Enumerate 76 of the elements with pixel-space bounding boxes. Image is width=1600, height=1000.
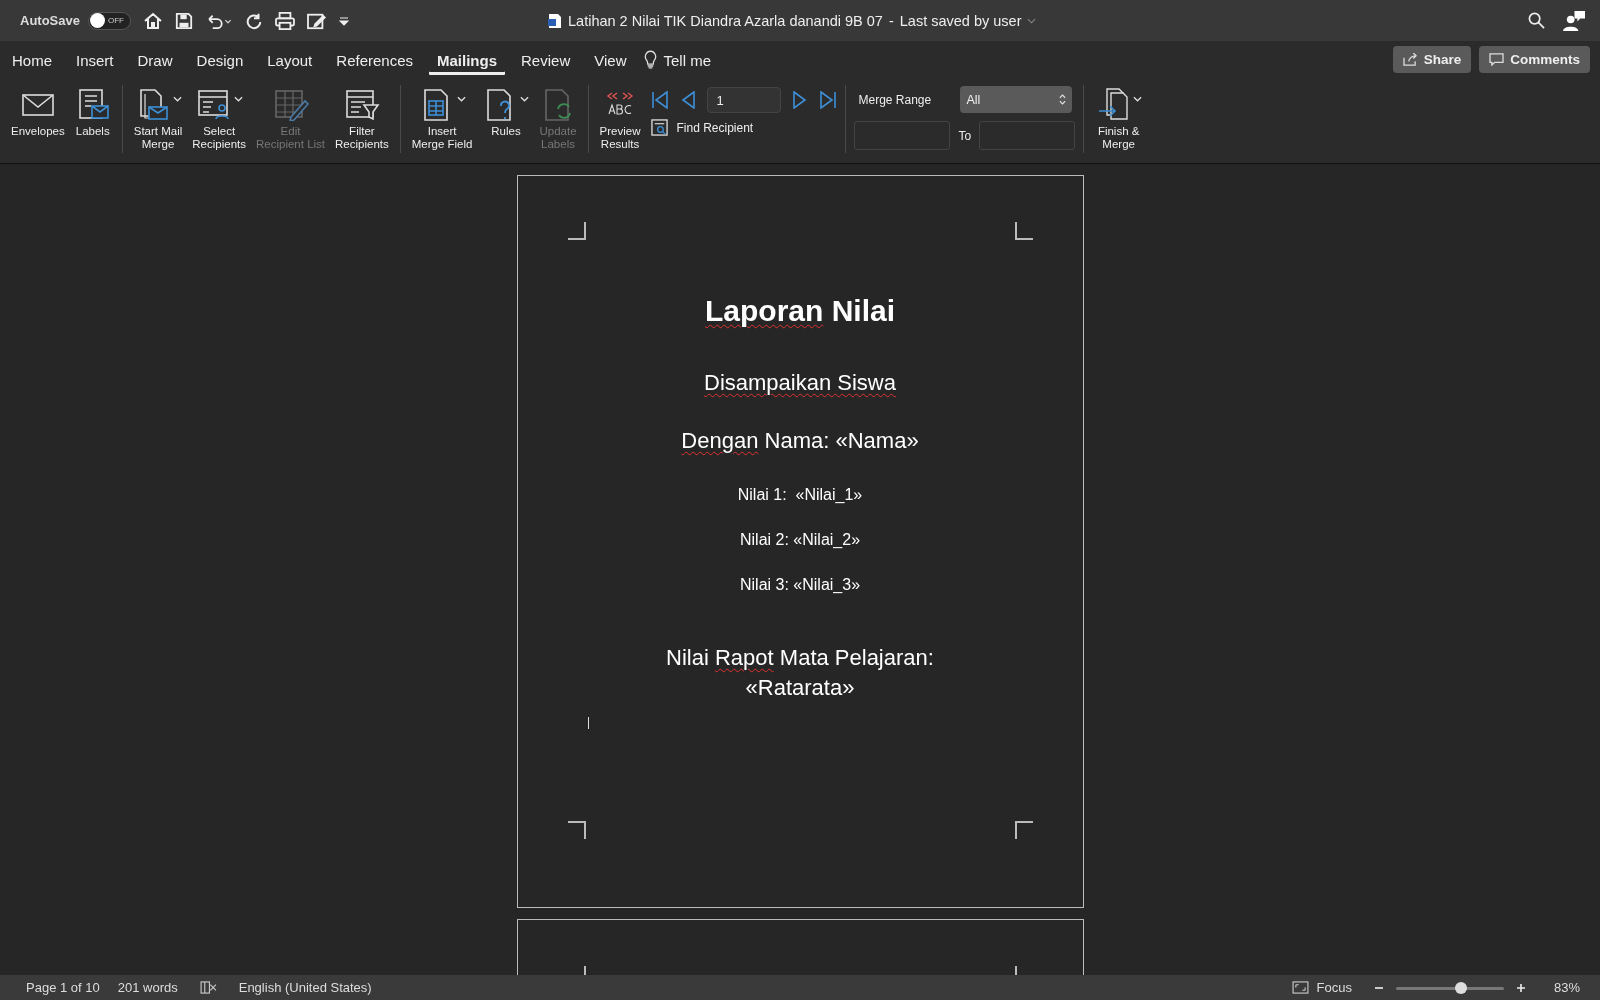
stepper-icon bbox=[1059, 93, 1067, 106]
language[interactable]: English (United States) bbox=[238, 980, 372, 995]
table-person-icon bbox=[195, 87, 232, 121]
comment-icon bbox=[1489, 53, 1505, 66]
save-icon[interactable] bbox=[174, 11, 193, 30]
redo-icon[interactable] bbox=[244, 11, 263, 30]
proofing-icon[interactable] bbox=[199, 981, 217, 994]
share-icon bbox=[1402, 53, 1418, 66]
edit-document-icon[interactable] bbox=[306, 11, 327, 30]
lightbulb-icon bbox=[644, 50, 658, 69]
document-title: Latihan 2 Nilai TIK Diandra Azarla danandi 9B 07 bbox=[568, 12, 883, 29]
customize-toolbar-icon[interactable] bbox=[338, 15, 349, 26]
range-to-field[interactable] bbox=[979, 121, 1076, 150]
ribbon-button[interactable]: Start Mail Merge bbox=[130, 83, 186, 153]
focus-icon bbox=[1291, 981, 1309, 994]
ribbon-tab[interactable]: Layout bbox=[259, 44, 321, 75]
document-text: Nilai Rapot Mata Pelajaran: bbox=[666, 645, 934, 671]
ribbon-tab[interactable]: Mailings bbox=[429, 44, 506, 75]
ribbon-tab[interactable]: Design bbox=[188, 44, 252, 75]
previous-record-icon[interactable] bbox=[679, 91, 698, 109]
to-label: To bbox=[958, 128, 972, 143]
table-pencil-icon bbox=[272, 87, 309, 121]
zoom-slider[interactable] bbox=[1395, 981, 1504, 994]
ribbon-tab[interactable]: Draw bbox=[129, 44, 181, 75]
margin-corner-mark bbox=[567, 821, 586, 839]
comments-button[interactable]: Comments bbox=[1479, 46, 1590, 73]
tell-me-search[interactable]: Tell me bbox=[655, 44, 719, 75]
autosave-toggle[interactable]: OFF bbox=[87, 11, 131, 30]
table-filter-icon bbox=[343, 87, 380, 121]
zoom-in-icon[interactable] bbox=[1515, 982, 1526, 993]
ribbon-tab[interactable]: Insert bbox=[68, 44, 122, 75]
document-text: «Ratarata» bbox=[745, 675, 855, 701]
ribbon-tab[interactable]: Home bbox=[4, 44, 60, 75]
last-record-icon[interactable] bbox=[819, 91, 838, 109]
preview-results-button[interactable]: Preview Results bbox=[596, 83, 644, 153]
chevron-down-icon[interactable] bbox=[1027, 17, 1037, 24]
saved-status[interactable]: Last saved by user bbox=[899, 12, 1022, 29]
record-number-field[interactable]: 1 bbox=[707, 87, 782, 113]
ribbon-tab[interactable]: View bbox=[586, 44, 635, 75]
ribbon-tab[interactable]: Review bbox=[513, 44, 579, 75]
ribbon-button[interactable]: Rules bbox=[479, 83, 533, 140]
autosave-label: AutoSave bbox=[20, 13, 80, 28]
first-record-icon[interactable] bbox=[651, 91, 670, 109]
ribbon-button[interactable]: Labels bbox=[71, 83, 114, 140]
word-count[interactable]: 201 words bbox=[117, 980, 178, 995]
page-count[interactable]: Page 1 of 10 bbox=[26, 980, 100, 995]
ribbon-button[interactable]: Select Recipients bbox=[189, 83, 249, 153]
margin-corner-mark bbox=[1014, 821, 1033, 839]
home-icon[interactable] bbox=[142, 10, 163, 31]
ribbon-button[interactable]: Insert Merge Field bbox=[408, 83, 476, 153]
title-separator: - bbox=[888, 12, 894, 29]
share-button[interactable]: Share bbox=[1392, 46, 1472, 73]
document-text: Nilai 3: «Nilai_3» bbox=[739, 576, 861, 594]
range-from-field[interactable] bbox=[854, 121, 951, 150]
search-icon[interactable] bbox=[1528, 12, 1545, 29]
document-text: Nilai 2: «Nilai_2» bbox=[739, 531, 861, 549]
merge-range-label: Merge Range bbox=[857, 92, 933, 107]
margin-corner-mark bbox=[567, 222, 586, 240]
zoom-percent[interactable]: 83% bbox=[1553, 980, 1580, 995]
person-speech-icon[interactable] bbox=[1563, 10, 1586, 31]
focus-button[interactable]: Focus bbox=[1291, 980, 1352, 995]
document-text: Nilai 1: «Nilai_1» bbox=[737, 486, 863, 504]
find-recipient-icon bbox=[651, 119, 669, 136]
finish-merge-button[interactable]: Finish & Merge bbox=[1092, 83, 1146, 153]
text-cursor bbox=[587, 717, 589, 729]
document-text: Disampaikan Siswa bbox=[704, 370, 896, 396]
print-icon[interactable] bbox=[274, 11, 295, 30]
document-text: Dengan Nama: «Nama» bbox=[681, 428, 919, 454]
margin-corner-mark bbox=[1014, 222, 1033, 240]
merge-range-select[interactable]: All bbox=[960, 86, 1073, 113]
ribbon-tab[interactable]: References bbox=[328, 44, 421, 75]
ribbon-button[interactable]: Filter Recipients bbox=[332, 83, 392, 153]
ribbon-button[interactable]: Envelopes bbox=[8, 83, 68, 140]
find-recipient-button[interactable]: Find Recipient bbox=[651, 119, 838, 136]
word-document-icon bbox=[548, 12, 562, 29]
document-text: Laporan Nilai bbox=[704, 294, 896, 328]
